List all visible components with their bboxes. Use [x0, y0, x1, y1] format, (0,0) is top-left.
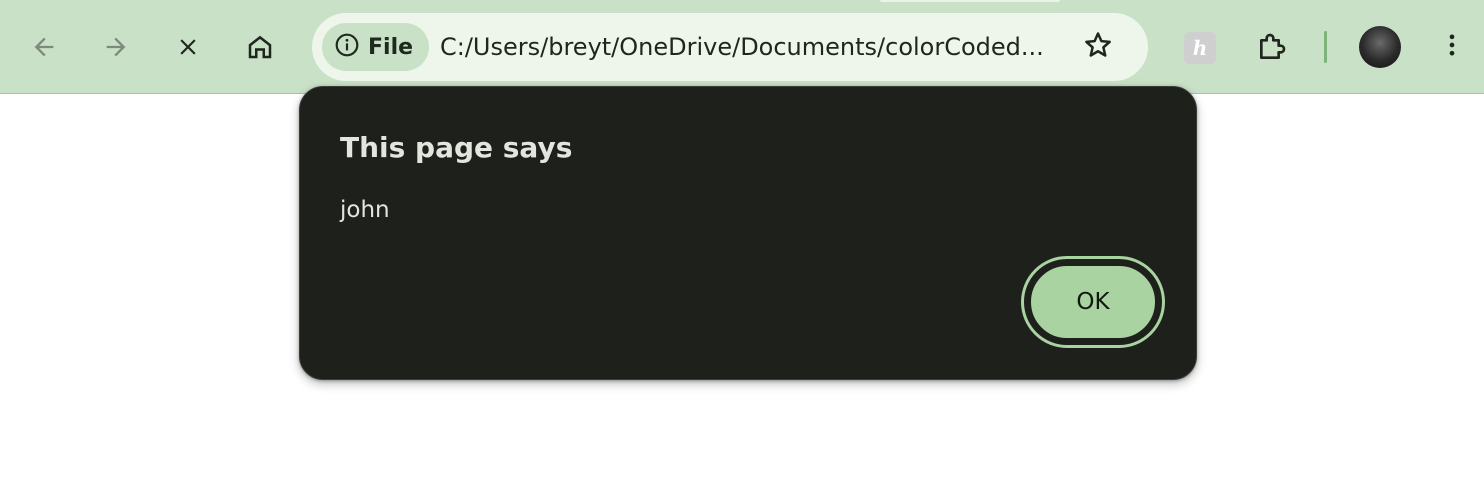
- profile-avatar[interactable]: [1359, 26, 1401, 68]
- puzzle-icon: [1256, 31, 1288, 63]
- star-icon: [1083, 30, 1113, 64]
- home-button[interactable]: [240, 27, 280, 67]
- arrow-right-icon: [102, 33, 130, 61]
- extensions-button[interactable]: [1252, 27, 1292, 67]
- address-bar[interactable]: File C:/Users/breyt/OneDrive/Documents/c…: [312, 13, 1148, 81]
- site-info-chip[interactable]: File: [322, 23, 430, 71]
- extension-letter: ℎ: [1192, 36, 1208, 60]
- site-info-label: File: [368, 34, 414, 60]
- stop-button[interactable]: [168, 27, 208, 67]
- active-tab-indicator: [880, 0, 1060, 2]
- browser-menu-button[interactable]: [1432, 27, 1472, 67]
- extension-h-icon[interactable]: ℎ: [1184, 32, 1216, 64]
- more-vertical-icon: [1438, 31, 1466, 63]
- browser-toolbar: File C:/Users/breyt/OneDrive/Documents/c…: [0, 0, 1484, 94]
- close-icon: [175, 34, 201, 60]
- toolbar-divider: [1324, 31, 1327, 63]
- arrow-left-icon: [30, 33, 58, 61]
- dialog-message: john: [340, 197, 390, 223]
- forward-button[interactable]: [96, 27, 136, 67]
- ok-button[interactable]: OK: [1028, 263, 1158, 341]
- url-text[interactable]: C:/Users/breyt/OneDrive/Documents/colorC…: [440, 13, 1080, 81]
- back-button[interactable]: [24, 27, 64, 67]
- info-icon: [334, 32, 360, 62]
- dialog-title: This page says: [340, 131, 573, 164]
- ok-button-focus-ring: OK: [1021, 256, 1165, 348]
- alert-dialog: This page says john OK: [299, 86, 1197, 380]
- bookmark-button[interactable]: [1078, 27, 1118, 67]
- home-icon: [245, 32, 275, 62]
